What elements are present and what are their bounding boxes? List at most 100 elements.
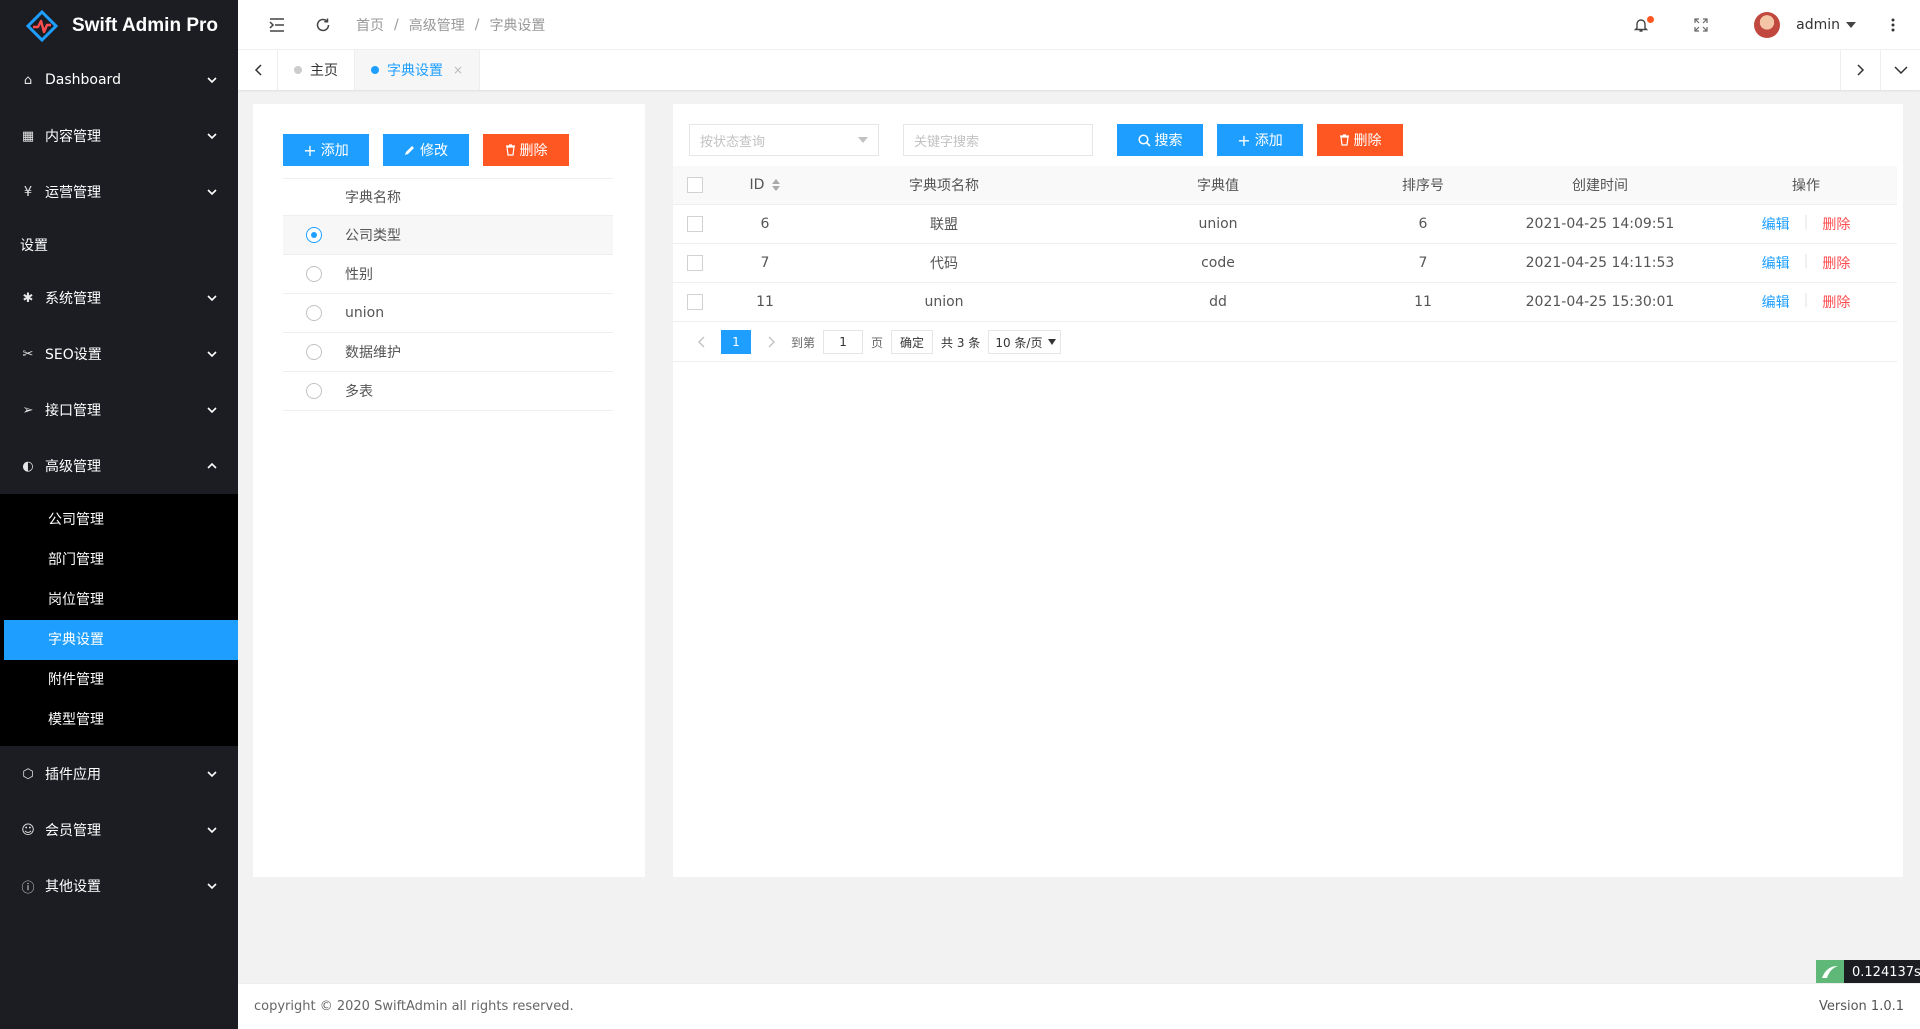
sidebar-item-label: 系统管理 <box>45 291 101 307</box>
breadcrumb-advanced[interactable]: 高级管理 <box>409 15 465 35</box>
breadcrumb-home[interactable]: 首页 <box>356 15 384 35</box>
app-title: Swift Admin Pro <box>72 15 219 36</box>
list-item[interactable]: 公司类型 <box>283 216 613 255</box>
sidebar-item-label: 会员管理 <box>45 823 101 839</box>
sidebar-item-label: 高级管理 <box>45 459 101 475</box>
circle-gear-icon: ◐ <box>22 458 34 474</box>
radio-button[interactable] <box>306 383 322 399</box>
edit-link[interactable]: 编辑 <box>1762 214 1790 234</box>
delete-dictionary-button[interactable]: 删除 <box>483 134 569 166</box>
sidebar-item-cube[interactable]: ⬡ 插件应用 <box>0 746 238 802</box>
row-checkbox[interactable] <box>687 255 703 271</box>
delete-link[interactable]: 删除 <box>1822 253 1850 273</box>
sidebar-item-send[interactable]: ➢ 接口管理 <box>0 382 238 438</box>
submenu-item[interactable]: 字典设置 <box>4 620 238 660</box>
page-size-select[interactable]: 10 条/页 <box>988 330 1062 354</box>
bell-icon[interactable] <box>1632 15 1655 34</box>
sidebar: Swift Admin Pro ⌂ Dashboard ▦ 内容管理 ¥ 运营管… <box>0 0 238 1029</box>
app-logo[interactable]: Swift Admin Pro <box>0 0 238 52</box>
submenu-item[interactable]: 公司管理 <box>0 500 238 540</box>
cell-value: code <box>1201 255 1235 271</box>
delete-link[interactable]: 删除 <box>1822 214 1850 234</box>
radio-button[interactable] <box>306 344 322 360</box>
total-count: 共 3 条 <box>941 335 981 350</box>
debug-timer[interactable]: 0.124137s <box>1816 960 1920 984</box>
sidebar-item-circle-gear[interactable]: ◐ 高级管理 <box>0 438 238 494</box>
dictionary-name: 性别 <box>345 267 373 283</box>
column-header-dictionary-name: 字典名称 <box>345 190 401 206</box>
sidebar-item-home[interactable]: ⌂ Dashboard <box>0 52 238 108</box>
sidebar-item-grid[interactable]: ▦ 内容管理 <box>0 108 238 164</box>
list-item[interactable]: 数据维护 <box>283 333 613 372</box>
list-item[interactable]: union <box>283 294 613 333</box>
submenu-item[interactable]: 模型管理 <box>0 700 238 740</box>
tab-home[interactable]: 主页 <box>278 50 355 90</box>
radio-button[interactable] <box>306 305 322 321</box>
dictionary-toolbar: + 添加 修改 删除 <box>283 134 569 166</box>
cell-created: 2021-04-25 14:11:53 <box>1525 255 1675 271</box>
delete-link[interactable]: 删除 <box>1822 292 1850 312</box>
radio-button[interactable] <box>306 227 322 243</box>
delete-items-button[interactable]: 删除 <box>1317 124 1403 156</box>
logo-icon <box>26 10 58 42</box>
tab-dictionary[interactable]: 字典设置 × <box>355 50 481 90</box>
cell-name: 代码 <box>930 256 958 272</box>
add-item-button[interactable]: + 添加 <box>1217 124 1303 156</box>
yen-icon: ¥ <box>23 184 33 200</box>
search-button[interactable]: 搜索 <box>1117 124 1203 156</box>
cell-sort: 6 <box>1418 216 1428 232</box>
keyword-search-input[interactable]: 关键字搜索 <box>903 124 1093 156</box>
sidebar-item-info[interactable]: ⓘ 其他设置 <box>0 858 238 914</box>
column-header-id[interactable]: ID <box>717 177 813 193</box>
caret-down-icon[interactable] <box>1846 21 1856 29</box>
radio-button[interactable] <box>306 266 322 282</box>
button-label: 添加 <box>320 143 349 159</box>
row-checkbox[interactable] <box>687 294 703 310</box>
more-vertical-icon[interactable] <box>1884 16 1902 34</box>
submenu-item[interactable]: 附件管理 <box>0 660 238 700</box>
info-icon: ⓘ <box>21 880 35 896</box>
tabs-scroll-left-icon[interactable] <box>238 50 278 90</box>
current-page[interactable]: 1 <box>721 330 751 354</box>
fullscreen-icon[interactable] <box>1692 16 1710 34</box>
sidebar-item-yen[interactable]: ¥ 运营管理 <box>0 164 238 220</box>
prev-page-icon[interactable] <box>689 330 713 354</box>
submenu-item[interactable]: 岗位管理 <box>0 580 238 620</box>
tabs-scroll-right-icon[interactable] <box>1840 50 1880 90</box>
sidebar-item-gear[interactable]: ✱ 系统管理 <box>0 270 238 326</box>
user-name[interactable]: admin <box>1796 17 1840 33</box>
cube-icon: ⬡ <box>22 766 34 782</box>
sort-icon[interactable] <box>772 179 781 191</box>
column-header-sort: 排序号 <box>1402 178 1444 194</box>
edit-dictionary-button[interactable]: 修改 <box>383 134 469 166</box>
tabs-dropdown-icon[interactable] <box>1880 50 1920 90</box>
submenu-item[interactable]: 部门管理 <box>0 540 238 580</box>
row-checkbox[interactable] <box>687 216 703 232</box>
select-all-checkbox[interactable] <box>687 177 703 193</box>
sidebar-item-label: 接口管理 <box>45 403 101 419</box>
sidebar-item-tools[interactable]: ✂ SEO设置 <box>0 326 238 382</box>
refresh-icon[interactable] <box>314 16 332 34</box>
edit-link[interactable]: 编辑 <box>1762 292 1790 312</box>
list-item[interactable]: 多表 <box>283 372 613 411</box>
tab-close-icon[interactable]: × <box>453 63 463 77</box>
breadcrumb-separator: / <box>474 16 480 33</box>
breadcrumb-current: 字典设置 <box>489 17 546 34</box>
goto-confirm-button[interactable]: 确定 <box>891 330 934 354</box>
add-dictionary-button[interactable]: + 添加 <box>283 134 369 166</box>
sidebar-item-label: 运营管理 <box>45 185 101 201</box>
sidebar-item-label: 其他设置 <box>45 879 101 895</box>
column-header-created: 创建时间 <box>1572 178 1628 194</box>
next-page-icon[interactable] <box>759 330 783 354</box>
sidebar-item-user[interactable]: ☺ 会员管理 <box>0 802 238 858</box>
avatar[interactable] <box>1754 11 1781 38</box>
goto-page-input[interactable]: 1 <box>823 330 864 354</box>
list-item[interactable]: 性别 <box>283 255 613 294</box>
status-select[interactable]: 按状态查询 <box>689 124 879 156</box>
chevron-down-icon <box>207 189 217 196</box>
edit-link[interactable]: 编辑 <box>1762 253 1790 273</box>
collapse-menu-icon[interactable] <box>268 16 286 34</box>
button-label: 搜索 <box>1154 133 1183 149</box>
items-toolbar: 按状态查询 关键字搜索 搜索 + 添加 删除 <box>689 124 1403 156</box>
chevron-down-icon <box>207 827 217 834</box>
